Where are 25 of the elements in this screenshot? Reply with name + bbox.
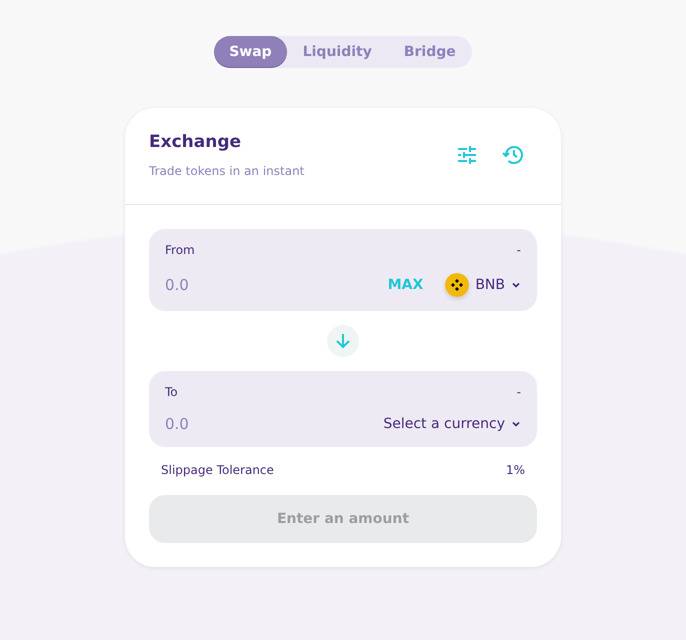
chevron-down-icon: [511, 280, 521, 290]
from-label: From: [165, 243, 195, 257]
chevron-down-icon: [511, 419, 521, 429]
coin-icon: [445, 273, 470, 297]
card-title: Exchange: [149, 132, 242, 152]
switch-button[interactable]: [327, 325, 359, 357]
balance-text: -: [516, 385, 521, 399]
token-select[interactable]: BNB: [445, 273, 521, 297]
tab[interactable]: Bridge: [388, 36, 472, 68]
history-button[interactable]: [501, 143, 525, 167]
history-icon: [501, 143, 525, 167]
balance-text: -: [516, 243, 521, 257]
currency-select[interactable]: Select a currency: [383, 416, 521, 432]
card-subtitle: Trade tokens in an instant: [149, 164, 304, 178]
max-button[interactable]: MAX: [388, 277, 424, 293]
arrow-down-icon: [334, 332, 352, 350]
tab[interactable]: Swap: [214, 36, 287, 68]
settings-icon: [455, 143, 479, 167]
amount-input[interactable]: 0.0: [165, 276, 285, 294]
slippage-label: Slippage Tolerance: [161, 463, 274, 477]
settings-button[interactable]: [455, 143, 479, 167]
tab[interactable]: Liquidity: [286, 36, 388, 68]
slippage-value: 1%: [506, 463, 525, 477]
to-label: To: [165, 385, 178, 399]
amount-input[interactable]: 0.0: [165, 415, 285, 433]
